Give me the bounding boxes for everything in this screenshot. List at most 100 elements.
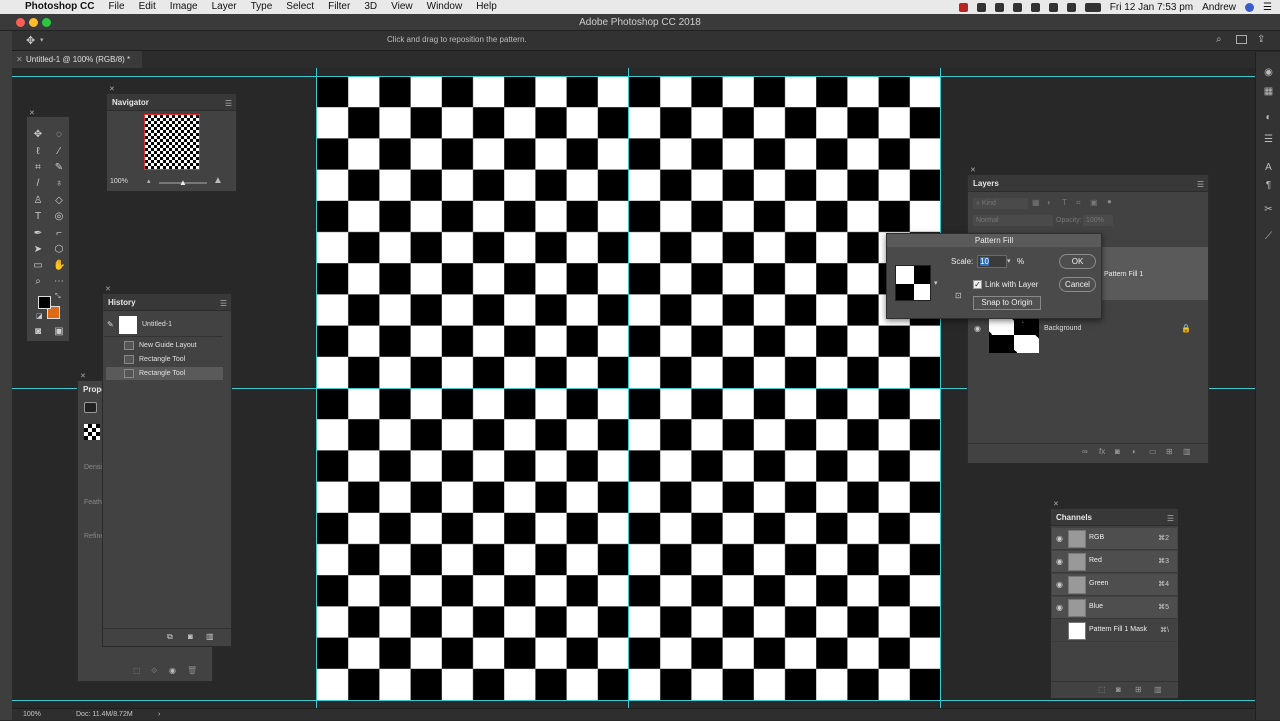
healing-tool-icon[interactable]: ✎ bbox=[53, 162, 65, 174]
guide-vertical-middle[interactable] bbox=[628, 68, 629, 708]
panel-menu-icon[interactable]: ☰ bbox=[220, 299, 227, 308]
visibility-icon[interactable]: ◉ bbox=[974, 324, 981, 333]
trash-icon[interactable]: 🗑 bbox=[187, 666, 197, 675]
status-zoom[interactable]: 100% bbox=[23, 709, 41, 721]
stamp-tool-icon[interactable]: ♙ bbox=[32, 195, 44, 207]
new-group-icon[interactable]: ▭ bbox=[1149, 447, 1157, 456]
trash-icon[interactable]: ▥ bbox=[206, 632, 214, 641]
minimize-window-button[interactable] bbox=[29, 18, 38, 27]
history-snapshot[interactable]: ✎ Untitled-1 bbox=[104, 314, 223, 337]
guide-horizontal-bottom[interactable] bbox=[12, 700, 1255, 701]
brush-presets-icon[interactable]: ⟋ bbox=[1263, 231, 1274, 242]
history-state[interactable]: Rectangle Tool bbox=[106, 353, 223, 366]
zoom-in-icon[interactable]: ▲ bbox=[213, 175, 223, 186]
foreground-color-swatch[interactable] bbox=[38, 296, 51, 309]
crop-tool-icon[interactable]: ⌗ bbox=[32, 162, 44, 174]
gradient-tool-icon[interactable]: ◎ bbox=[53, 211, 65, 223]
styles-icon[interactable]: ☰ bbox=[1263, 134, 1274, 145]
wifi-icon[interactable] bbox=[1048, 2, 1058, 12]
camera-icon[interactable]: ◙ bbox=[188, 632, 193, 641]
zoom-window-button[interactable] bbox=[42, 18, 51, 27]
chevron-down-icon[interactable]: ▾ bbox=[40, 36, 44, 44]
brush-tool-icon[interactable]: / bbox=[32, 178, 44, 190]
pattern-picker[interactable] bbox=[895, 265, 931, 301]
menu-select[interactable]: Select bbox=[279, 0, 321, 14]
menu-view[interactable]: View bbox=[384, 0, 420, 14]
history-brush-tool-icon[interactable]: ♁ bbox=[53, 178, 65, 190]
trash-icon[interactable]: ▥ bbox=[1183, 447, 1191, 456]
volume-icon[interactable] bbox=[1066, 2, 1076, 12]
camera-icon[interactable] bbox=[958, 2, 968, 12]
load-selection-icon[interactable]: ⬚ bbox=[133, 666, 141, 675]
swap-colors-icon[interactable]: ⤡ bbox=[55, 293, 61, 301]
path-selection-tool-icon[interactable]: ⌐ bbox=[53, 228, 65, 240]
filter-adjustment-icon[interactable]: ◐ bbox=[1047, 198, 1052, 207]
document-tab[interactable]: ✕ Untitled-1 @ 100% (RGB/8) * bbox=[12, 51, 142, 68]
add-mask-icon[interactable]: ◙ bbox=[1115, 447, 1120, 456]
workspace-icon[interactable] bbox=[1236, 35, 1247, 44]
visibility-icon[interactable]: ◉ bbox=[1056, 534, 1063, 543]
zoom-out-icon[interactable]: ▴ bbox=[147, 177, 151, 185]
paragraph-icon[interactable]: ¶ bbox=[1263, 180, 1274, 191]
malwarebytes-icon[interactable] bbox=[994, 2, 1004, 12]
filter-type-icon[interactable]: T bbox=[1062, 198, 1067, 207]
slider-thumb[interactable]: ▲ bbox=[179, 178, 187, 187]
chevron-down-icon[interactable]: ▾ bbox=[934, 279, 938, 287]
menu-file[interactable]: File bbox=[101, 0, 131, 14]
close-icon[interactable]: ✕ bbox=[29, 109, 35, 117]
history-state-selected[interactable]: Rectangle Tool bbox=[106, 367, 223, 380]
marquee-tool-icon[interactable]: ◌ bbox=[53, 129, 65, 141]
adjustment-layer-icon[interactable]: ◐ bbox=[1132, 447, 1137, 456]
menu-window[interactable]: Window bbox=[420, 0, 470, 14]
snap-to-origin-button[interactable]: Snap to Origin bbox=[973, 296, 1041, 310]
close-window-button[interactable] bbox=[16, 18, 25, 27]
menu-app-name[interactable]: Photoshop CC bbox=[18, 0, 101, 14]
clock-text[interactable]: Fri 12 Jan 7:53 pm bbox=[1110, 2, 1193, 13]
panel-menu-icon[interactable]: ☰ bbox=[1167, 514, 1174, 523]
new-preset-icon[interactable]: ⊡ bbox=[955, 291, 962, 300]
more-tools-icon[interactable]: ⋯ bbox=[53, 276, 65, 288]
eraser-tool-icon[interactable]: ◇ bbox=[53, 195, 65, 207]
direct-selection-tool-icon[interactable]: ➤ bbox=[32, 244, 44, 256]
visibility-icon[interactable]: ◉ bbox=[1056, 580, 1063, 589]
lasso-tool-icon[interactable]: ℓ bbox=[32, 146, 44, 158]
filter-smart-icon[interactable]: ▣ bbox=[1090, 198, 1098, 207]
link-with-layer-checkbox[interactable]: ✓ bbox=[973, 280, 982, 289]
notification-icon[interactable]: ☰ bbox=[1263, 2, 1272, 13]
close-icon[interactable]: ✕ bbox=[970, 166, 976, 174]
adjustments-icon[interactable]: ◐ bbox=[1263, 112, 1274, 123]
default-colors-icon[interactable]: ◪ bbox=[36, 312, 43, 320]
pattern-thumbnail-icon[interactable] bbox=[84, 424, 100, 440]
cancel-button[interactable]: Cancel bbox=[1059, 277, 1096, 292]
guide-vertical-left[interactable] bbox=[316, 68, 317, 708]
history-brush-source-icon[interactable]: ✎ bbox=[107, 320, 114, 329]
save-selection-icon[interactable]: ◙ bbox=[1116, 685, 1121, 694]
user-name[interactable]: Andrew bbox=[1202, 2, 1236, 13]
visibility-icon[interactable]: ◉ bbox=[169, 666, 176, 675]
opacity-field[interactable]: 100% bbox=[1083, 215, 1113, 226]
menu-image[interactable]: Image bbox=[163, 0, 205, 14]
close-icon[interactable]: ✕ bbox=[16, 51, 23, 68]
navigator-preview[interactable] bbox=[144, 114, 200, 170]
close-icon[interactable]: ✕ bbox=[1053, 500, 1059, 508]
tools-preset-icon[interactable]: ✂ bbox=[1263, 204, 1274, 215]
close-icon[interactable]: ✕ bbox=[80, 372, 86, 380]
zoom-tool-icon[interactable]: ⌕ bbox=[32, 276, 44, 288]
menu-layer[interactable]: Layer bbox=[205, 0, 244, 14]
channel-row-rgb[interactable]: ◉ RGB ⌘2 bbox=[1052, 528, 1177, 550]
load-selection-icon[interactable]: ⬚ bbox=[1098, 685, 1106, 694]
rectangle-tool-icon[interactable]: ▭ bbox=[32, 260, 44, 272]
character-icon[interactable]: A bbox=[1263, 162, 1274, 173]
history-state[interactable]: New Guide Layout bbox=[106, 339, 223, 352]
type-tool-icon[interactable]: T bbox=[32, 211, 44, 223]
pen-tool-icon[interactable]: ✒ bbox=[32, 228, 44, 240]
menu-help[interactable]: Help bbox=[469, 0, 504, 14]
move-tool-icon[interactable]: ✥ bbox=[26, 34, 35, 47]
navigator-collapsed-icon[interactable]: ◉ bbox=[1263, 67, 1274, 78]
sync-icon[interactable] bbox=[1030, 2, 1040, 12]
new-layer-icon[interactable]: ⊞ bbox=[1166, 447, 1173, 456]
layer-style-icon[interactable]: fx bbox=[1099, 447, 1105, 456]
creative-cloud-icon[interactable] bbox=[976, 2, 986, 12]
visibility-icon[interactable]: ◉ bbox=[1056, 557, 1063, 566]
new-channel-icon[interactable]: ⊞ bbox=[1135, 685, 1142, 694]
